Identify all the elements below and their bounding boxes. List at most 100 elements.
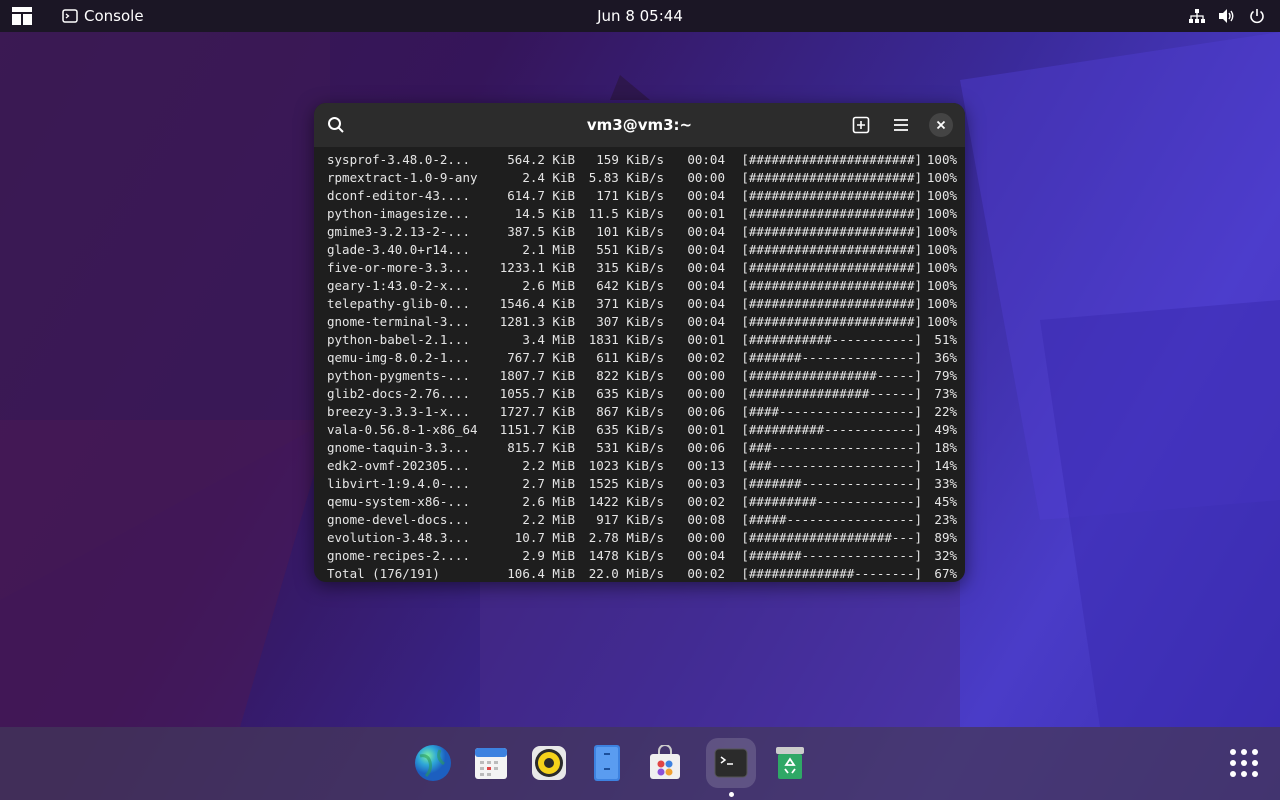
- terminal-line: gnome-devel-docs... 2.2 MiB 917 KiB/s 00:08…: [327, 511, 957, 529]
- download-name: telepathy-glib-0...: [327, 296, 470, 311]
- download-speed: 1831 KiB/s: [588, 332, 664, 347]
- download-pct: 100%: [926, 242, 957, 257]
- download-time: 00:04: [687, 296, 725, 311]
- dock-web-browser[interactable]: [408, 738, 458, 788]
- terminal-line: qemu-img-8.0.2-1... 767.7 KiB 611 KiB/s 00:…: [327, 349, 957, 367]
- download-size: 387.5 KiB: [507, 224, 575, 239]
- terminal-window[interactable]: vm3@vm3:~ sysprof-3.48.0-2... 564.2 KiB 15…: [314, 103, 965, 582]
- new-tab-button[interactable]: [849, 113, 873, 137]
- download-bar: [######################]: [741, 206, 922, 221]
- dock-music-player[interactable]: [524, 738, 574, 788]
- download-speed: 159 KiB/s: [596, 152, 664, 167]
- download-time: 00:06: [687, 404, 725, 419]
- terminal-line: glade-3.40.0+r14... 2.1 MiB 551 KiB/s 00:04…: [327, 241, 957, 259]
- download-name: Total (176/191): [327, 566, 440, 581]
- download-speed: 1478 KiB/s: [588, 548, 664, 563]
- download-pct: 18%: [934, 440, 957, 455]
- dock-calendar[interactable]: [466, 738, 516, 788]
- dock-software-center[interactable]: [640, 738, 690, 788]
- clock[interactable]: Jun 8 05:44: [597, 7, 683, 25]
- new-tab-icon: [852, 116, 870, 134]
- download-speed: 22.0 MiB/s: [588, 566, 664, 581]
- terminal-line: edk2-ovmf-202305... 2.2 MiB 1023 KiB/s 00:1…: [327, 457, 957, 475]
- download-name: python-imagesize...: [327, 206, 470, 221]
- dock-trash[interactable]: [765, 738, 815, 788]
- download-name: gmime3-3.2.13-2-...: [327, 224, 470, 239]
- terminal-line: five-or-more-3.3... 1233.1 KiB 315 KiB/s 00…: [327, 259, 957, 277]
- download-size: 1546.4 KiB: [499, 296, 575, 311]
- download-pct: 100%: [926, 314, 957, 329]
- speaker-icon: [532, 746, 566, 780]
- download-size: 2.2 MiB: [522, 512, 575, 527]
- download-bar: [###-------------------]: [741, 440, 922, 455]
- download-bar: [######################]: [741, 242, 922, 257]
- download-name: five-or-more-3.3...: [327, 260, 470, 275]
- download-name: breezy-3.3.3-1-x...: [327, 404, 470, 419]
- download-pct: 100%: [926, 188, 957, 203]
- close-button[interactable]: [929, 113, 953, 137]
- globe-icon: [415, 745, 451, 781]
- terminal-output[interactable]: sysprof-3.48.0-2... 564.2 KiB 159 KiB/s 00:…: [327, 151, 957, 581]
- download-name: qemu-system-x86-...: [327, 494, 470, 509]
- download-size: 564.2 KiB: [507, 152, 575, 167]
- download-time: 00:04: [687, 548, 725, 563]
- terminal-headerbar[interactable]: vm3@vm3:~: [314, 103, 965, 147]
- download-time: 00:00: [687, 170, 725, 185]
- download-name: glib2-docs-2.76....: [327, 386, 470, 401]
- download-time: 00:00: [687, 530, 725, 545]
- terminal-line: breezy-3.3.3-1-x... 1727.7 KiB 867 KiB/s 00…: [327, 403, 957, 421]
- trash-icon: [776, 747, 804, 779]
- terminal-line: dconf-editor-43.... 614.7 KiB 171 KiB/s 00:…: [327, 187, 957, 205]
- power-icon: [1248, 7, 1266, 25]
- terminal-line: glib2-docs-2.76.... 1055.7 KiB 635 KiB/s 00…: [327, 385, 957, 403]
- download-time: 00:02: [687, 350, 725, 365]
- download-bar: [######################]: [741, 170, 922, 185]
- download-bar: [##############--------]: [741, 566, 922, 581]
- download-pct: 33%: [934, 476, 957, 491]
- download-pct: 51%: [934, 332, 957, 347]
- show-apps-button[interactable]: [1230, 749, 1258, 777]
- download-size: 1281.3 KiB: [499, 314, 575, 329]
- download-time: 00:01: [687, 332, 725, 347]
- download-size: 2.9 MiB: [522, 548, 575, 563]
- download-time: 00:08: [687, 512, 725, 527]
- main-menu-button[interactable]: [889, 113, 913, 137]
- close-icon: [936, 120, 946, 130]
- download-size: 2.1 MiB: [522, 242, 575, 257]
- download-pct: 36%: [934, 350, 957, 365]
- download-time: 00:04: [687, 188, 725, 203]
- download-speed: 315 KiB/s: [596, 260, 664, 275]
- download-size: 2.2 MiB: [522, 458, 575, 473]
- download-size: 2.4 KiB: [522, 170, 575, 185]
- download-speed: 642 KiB/s: [596, 278, 664, 293]
- download-time: 00:02: [687, 494, 725, 509]
- terminal-line: python-imagesize... 14.5 KiB 11.5 KiB/s 00:…: [327, 205, 957, 223]
- terminal-line: vala-0.56.8-1-x86_64 1151.7 KiB 635 KiB/s 0…: [327, 421, 957, 439]
- dock-file-manager[interactable]: [582, 738, 632, 788]
- download-name: geary-1:43.0-2-x...: [327, 278, 470, 293]
- search-button[interactable]: [324, 113, 348, 137]
- download-size: 1233.1 KiB: [499, 260, 575, 275]
- download-name: gnome-terminal-3...: [327, 314, 470, 329]
- download-bar: [######################]: [741, 152, 922, 167]
- download-bar: [##########------------]: [741, 422, 922, 437]
- download-pct: 100%: [926, 224, 957, 239]
- download-time: 00:06: [687, 440, 725, 455]
- download-bar: [######################]: [741, 314, 922, 329]
- system-menu[interactable]: [1188, 0, 1266, 32]
- download-size: 14.5 KiB: [514, 206, 575, 221]
- download-time: 00:04: [687, 152, 725, 167]
- terminal-line: evolution-3.48.3... 10.7 MiB 2.78 MiB/s 00:…: [327, 529, 957, 547]
- app-menu[interactable]: Console: [62, 7, 144, 25]
- terminal-line: libvirt-1:9.4.0-... 2.7 MiB 1525 KiB/s 00:0…: [327, 475, 957, 493]
- download-speed: 635 KiB/s: [596, 386, 664, 401]
- download-pct: 67%: [934, 566, 957, 581]
- download-size: 2.7 MiB: [522, 476, 575, 491]
- terminal-line: geary-1:43.0-2-x... 2.6 MiB 642 KiB/s 00:04…: [327, 277, 957, 295]
- download-speed: 531 KiB/s: [596, 440, 664, 455]
- store-icon: [650, 745, 680, 779]
- activities-icon[interactable]: [10, 4, 34, 28]
- terminal-line: telepathy-glib-0... 1546.4 KiB 371 KiB/s 00…: [327, 295, 957, 313]
- terminal-icon: [714, 748, 748, 778]
- dock-console[interactable]: [706, 738, 756, 797]
